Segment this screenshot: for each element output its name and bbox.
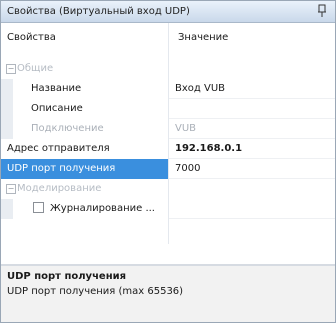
pin-icon[interactable] [317,4,327,18]
property-name-label: Название [1,79,168,99]
property-logging-value[interactable] [169,199,335,219]
property-udp-port-value[interactable]: 7000 [169,159,335,179]
property-row-connection[interactable]: Подключение VUB [1,119,335,139]
group-modeling[interactable]: − Моделирование [1,179,335,199]
logging-checkbox[interactable] [33,201,44,213]
property-sender-address-value[interactable]: 192.168.0.1 [169,139,335,159]
help-title: UDP порт получения [7,271,127,282]
properties-panel: Свойства (Виртуальный вход UDP) Свойства… [0,0,336,323]
property-description-value[interactable] [169,99,335,119]
column-divider[interactable] [168,23,169,59]
property-row-logging[interactable]: Журналирование ... [1,199,335,219]
group-general-label: − Общие [6,63,54,74]
group-modeling-label: − Моделирование [6,183,102,194]
property-udp-port-label: UDP порт получения [1,159,168,179]
property-connection-value: VUB [169,119,335,139]
panel-title: Свойства (Виртуальный вход UDP) [7,6,190,17]
collapse-icon[interactable]: − [6,184,16,194]
column-header-property[interactable]: Свойства [7,32,56,43]
column-header-value[interactable]: Значение [178,32,228,43]
property-row-udp-port[interactable]: UDP порт получения 7000 [1,159,335,179]
property-row-name[interactable]: Название Вход VUB [1,79,335,99]
property-sender-address-label: Адрес отправителя [7,143,110,154]
property-row-sender-address[interactable]: Адрес отправителя 192.168.0.1 [1,139,335,159]
collapse-icon[interactable]: − [6,64,16,74]
property-description-label: Описание [1,99,168,119]
property-logging-label: Журналирование ... [1,199,168,219]
property-connection-label: Подключение [1,119,168,139]
property-name-value[interactable]: Вход VUB [169,79,335,99]
property-grid: − Общие Название Вход VUB Описание Подкл… [1,59,335,244]
grid-header: Свойства Значение [1,23,335,60]
panel-titlebar: Свойства (Виртуальный вход UDP) [1,1,335,23]
group-general[interactable]: − Общие [1,59,335,79]
help-panel: UDP порт получения UDP порт получения (m… [1,266,335,322]
property-row-description[interactable]: Описание [1,99,335,119]
help-description: UDP порт получения (max 65536) [7,286,184,297]
